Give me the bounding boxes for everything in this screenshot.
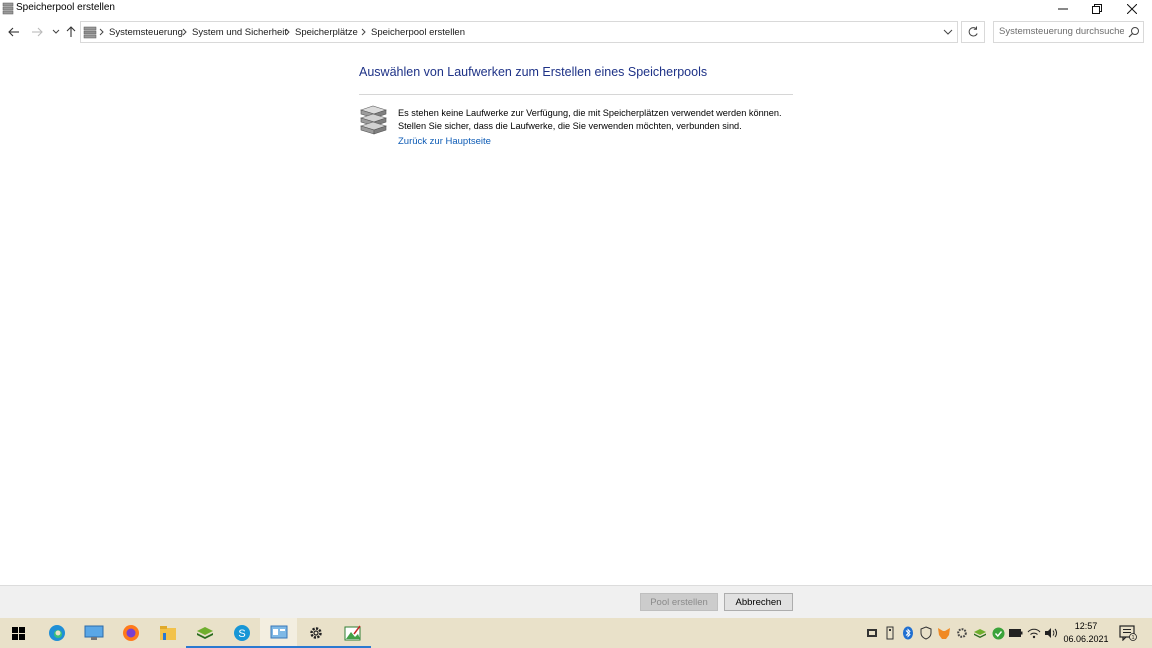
arrow-up-icon <box>66 26 76 37</box>
taskbar-file-explorer[interactable] <box>149 618 186 648</box>
title-bar: Speicherpool erstellen <box>0 0 1152 18</box>
taskbar-control-panel[interactable] <box>260 618 297 648</box>
firefox-icon <box>122 625 139 641</box>
tray-volume-icon[interactable] <box>1044 626 1058 640</box>
tray-bluetooth-icon[interactable] <box>901 626 915 640</box>
taskbar-image-app[interactable] <box>334 618 371 648</box>
chevron-down-icon <box>52 29 60 34</box>
search-icon[interactable] <box>1128 26 1140 38</box>
search-input[interactable] <box>999 26 1124 37</box>
back-to-main-link[interactable]: Zurück zur Hauptseite <box>398 136 491 147</box>
tray-taskview-icon[interactable] <box>865 626 879 640</box>
chevron-right-icon <box>361 28 366 36</box>
control-panel-icon <box>83 26 97 39</box>
minimize-icon <box>1058 8 1068 10</box>
layers-app-icon <box>196 627 213 639</box>
storage-spaces-icon <box>2 2 14 15</box>
notification-center-icon[interactable]: 1 <box>1119 625 1137 641</box>
minimize-button[interactable] <box>1046 0 1080 18</box>
tray-battery-icon[interactable] <box>1009 626 1023 640</box>
breadcrumb-item-systemsteuerung[interactable]: Systemsteuerung <box>109 27 183 38</box>
address-dropdown-icon[interactable] <box>942 26 954 38</box>
search-box[interactable] <box>993 21 1144 43</box>
arrow-right-icon <box>32 27 43 37</box>
drive-stack-icon <box>360 105 387 135</box>
clock-date: 06.06.2021 <box>1063 634 1109 644</box>
heading-divider <box>359 94 793 95</box>
cancel-button[interactable]: Abbrechen <box>724 593 793 611</box>
remote-desktop-icon <box>84 625 103 640</box>
taskbar-app-green[interactable] <box>186 618 223 648</box>
button-bar: Pool erstellen Abbrechen <box>0 585 1152 618</box>
recent-locations-button[interactable] <box>48 24 64 40</box>
gear-icon <box>309 627 322 639</box>
arrow-left-icon <box>8 27 19 37</box>
taskbar-settings[interactable] <box>297 618 334 648</box>
image-editor-icon <box>344 625 361 641</box>
tray-shield-icon[interactable] <box>919 626 933 640</box>
breadcrumb-item-speicherpool-erstellen[interactable]: Speicherpool erstellen <box>371 27 465 38</box>
taskbar-firefox[interactable] <box>112 618 149 648</box>
chevron-right-icon <box>285 28 290 36</box>
tray-metamask-icon[interactable] <box>937 626 951 640</box>
control-panel-icon <box>270 625 287 639</box>
restore-icon <box>1092 4 1102 14</box>
tray-gear-icon[interactable] <box>955 626 969 640</box>
edge-icon <box>48 625 65 641</box>
taskbar-skype[interactable]: S <box>223 618 260 648</box>
tray-check-icon[interactable] <box>991 626 1005 640</box>
chevron-right-icon <box>182 28 187 36</box>
no-drives-message: Es stehen keine Laufwerke zur Verfügung,… <box>398 107 793 132</box>
address-bar[interactable]: Systemsteuerung System und Sicherheit Sp… <box>80 21 958 43</box>
message-line-2: Stellen Sie sicher, dass die Laufwerke, … <box>398 120 742 131</box>
taskbar-edge[interactable] <box>38 618 75 648</box>
start-button[interactable] <box>0 618 37 648</box>
taskbar: S 12:57 06.06.2021 1 <box>0 618 1152 648</box>
message-line-1: Es stehen keine Laufwerke zur Verfügung,… <box>398 108 782 118</box>
tray-usb-icon[interactable] <box>883 626 897 640</box>
tray-wifi-icon[interactable] <box>1027 626 1041 640</box>
tray-layers-icon[interactable] <box>973 626 987 640</box>
skype-icon: S <box>233 625 250 641</box>
page-heading: Auswählen von Laufwerken zum Erstellen e… <box>359 65 708 79</box>
svg-text:S: S <box>238 628 245 640</box>
windows-logo-icon <box>12 626 25 640</box>
refresh-button[interactable] <box>961 21 985 43</box>
back-button[interactable] <box>6 24 22 40</box>
forward-button[interactable] <box>29 24 45 40</box>
clock-time: 12:57 <box>1074 621 1098 631</box>
close-icon <box>1127 4 1137 14</box>
restore-button[interactable] <box>1080 0 1114 18</box>
breadcrumb-item-speicherplaetze[interactable]: Speicherplätze <box>295 27 358 38</box>
refresh-icon <box>968 26 978 37</box>
create-pool-button[interactable]: Pool erstellen <box>640 593 718 611</box>
window-title: Speicherpool erstellen <box>16 2 115 13</box>
taskbar-remote-desktop[interactable] <box>75 618 112 648</box>
up-button[interactable] <box>63 24 79 40</box>
close-button[interactable] <box>1115 0 1149 18</box>
chevron-right-icon <box>99 28 104 36</box>
notification-count: 1 <box>1131 635 1134 641</box>
folder-icon <box>159 626 176 640</box>
taskbar-clock[interactable]: 12:57 06.06.2021 <box>1058 620 1114 646</box>
breadcrumb-item-system-und-sicherheit[interactable]: System und Sicherheit <box>192 27 287 38</box>
